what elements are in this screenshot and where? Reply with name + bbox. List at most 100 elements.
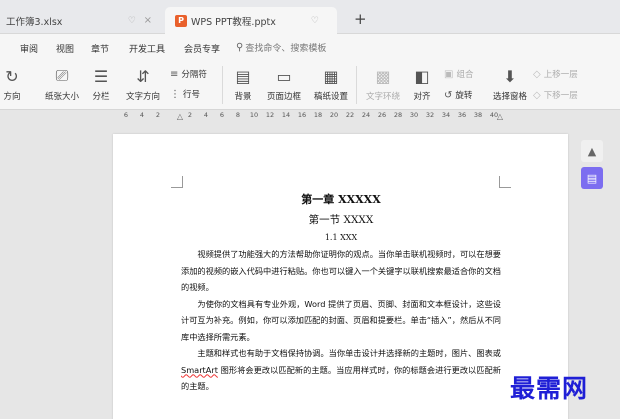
spellcheck-word: SmartArt	[181, 364, 218, 375]
ruler-tick: 20	[329, 111, 339, 119]
paper-size-button[interactable]: ⎚ 纸张大小	[38, 65, 86, 102]
rotate-label: 旋转	[455, 91, 473, 101]
line-number-icon: ⋮	[170, 88, 180, 100]
align-icon: ◧	[414, 66, 430, 86]
divider	[222, 66, 223, 104]
ppt-file-icon: P	[175, 14, 187, 27]
collapse-up-icon[interactable]: ▲	[581, 140, 603, 162]
align-label: 对齐	[413, 92, 431, 102]
selection-pane-label: 选择窗格	[492, 92, 527, 102]
separator-icon: ≡	[170, 68, 179, 80]
ruler-tick: 36	[457, 111, 467, 119]
text-direction-icon: ⇵	[136, 66, 150, 86]
send-backward-label: 下移一层	[543, 91, 578, 101]
text-direction-button[interactable]: ⇵ 文字方向	[121, 65, 165, 103]
background-label: 背景	[234, 92, 252, 102]
horizontal-ruler[interactable]: △ △ 6 4 2 2 4 6 8 10 12 14 16 18 20 22 24 26 28 30 32 34 36 3…	[112, 110, 552, 124]
draft-grid-icon: ▦	[323, 66, 339, 86]
send-backward-icon: ◇	[533, 89, 541, 101]
document-page[interactable]: 第一章 XXXXX 第一节 XXXX 1.1 XXX 视频提供了功能强大的方法帮…	[113, 134, 568, 419]
menu-developer[interactable]: 开发工具	[129, 42, 165, 55]
group-label: 组合	[456, 70, 474, 80]
bring-forward-label: 上移一层	[543, 70, 578, 80]
margin-corner-mark	[499, 176, 511, 188]
ruler-tick: 2	[187, 111, 193, 119]
ruler-tick: 6	[123, 111, 129, 119]
separator-label: 分隔符	[181, 70, 207, 80]
group-button[interactable]: ▣ 组合	[444, 68, 474, 81]
rotate-icon: ↺	[444, 89, 453, 101]
line-number-label: 行号	[183, 90, 201, 100]
new-tab-button[interactable]: +	[354, 10, 367, 28]
group-icon: ▣	[444, 68, 454, 80]
ruler-tick: 8	[235, 111, 241, 119]
ruler-tick: 10	[249, 111, 259, 119]
orientation-icon: ↻	[5, 66, 19, 86]
heart-icon[interactable]: ♡	[311, 16, 319, 26]
ruler-tick: 2	[155, 111, 161, 119]
ruler-tick: 40	[489, 111, 499, 119]
search-icon: ⚲	[236, 42, 244, 53]
indent-marker-icon[interactable]: △	[177, 112, 183, 121]
paper-size-icon: ⎚	[55, 66, 69, 85]
ruler-tick: 4	[203, 111, 209, 119]
ruler-tick: 14	[281, 111, 291, 119]
tab-ppt-tutorial[interactable]: P WPS PPT教程.pptx ♡	[165, 7, 337, 34]
ruler-tick: 26	[377, 111, 387, 119]
paragraph: 主题和样式也有助于文档保持协调。当你单击设计并选择新的主题时，图片、图表或 Sm…	[181, 348, 501, 391]
margin-corner-mark	[171, 176, 183, 188]
side-panel-icon[interactable]: ▤	[581, 167, 603, 189]
ruler-tick: 24	[361, 111, 371, 119]
send-backward-button[interactable]: ◇ 下移一层	[533, 89, 578, 102]
ruler-tick: 6	[219, 111, 225, 119]
ruler-tick: 16	[297, 111, 307, 119]
tab-bar: 工作簿3.xlsx ♡ × P WPS PPT教程.pptx ♡ +	[0, 0, 620, 34]
rotate-button[interactable]: ↺ 旋转	[444, 89, 473, 102]
text-wrap-label: 文字环绕	[365, 92, 400, 102]
text-wrap-icon: ▩	[375, 66, 391, 86]
ruler-tick: 32	[425, 111, 435, 119]
menu-sections[interactable]: 章节	[91, 42, 109, 55]
separator-button[interactable]: ≡ 分隔符	[170, 68, 207, 81]
draft-settings-label: 稿纸设置	[313, 92, 348, 102]
site-watermark: 最需网	[510, 374, 589, 403]
page-border-icon: ▭	[276, 66, 292, 86]
ruler-tick: 12	[265, 111, 275, 119]
text-wrap-button[interactable]: ▩ 文字环绕	[361, 65, 405, 103]
command-search[interactable]: ⚲ 查找命令、搜索模板	[236, 41, 326, 54]
tab-label: 工作簿3.xlsx	[6, 16, 63, 28]
align-button[interactable]: ◧ 对齐	[410, 65, 434, 103]
document-body[interactable]: 第一章 XXXXX 第一节 XXXX 1.1 XXX 视频提供了功能强大的方法帮…	[181, 190, 501, 395]
close-icon[interactable]: ×	[144, 15, 152, 26]
paragraph: 为使你的文档具有专业外观，Word 提供了页眉、页脚、封面和文本框设计，这些设计…	[181, 298, 501, 342]
paper-size-label: 纸张大小	[44, 92, 79, 102]
menu-view[interactable]: 视图	[56, 42, 74, 55]
background-icon: ▤	[235, 66, 251, 86]
chapter-heading: 第一章 XXXXX	[301, 193, 381, 206]
tab-workbook[interactable]: 工作簿3.xlsx ♡ ×	[0, 7, 162, 34]
selection-pane-button[interactable]: ⬇ 选择窗格	[490, 65, 530, 103]
paragraph-block: 视频提供了功能强大的方法帮助你证明你的观点。当你单击联机视频时，可以在想要添加的…	[181, 246, 501, 395]
ribbon-toolbar: ↻ 方向 ⎚ 纸张大小 ☰ 分栏 ⇵ 文字方向 ≡ 分隔符 ⋮ 行号 ▤ 背景 …	[0, 60, 620, 110]
text-direction-label: 文字方向	[125, 92, 160, 102]
columns-button[interactable]: ☰ 分栏	[88, 65, 114, 103]
line-number-button[interactable]: ⋮ 行号	[170, 88, 201, 101]
ruler-tick: 38	[473, 111, 483, 119]
tab-label: WPS PPT教程.pptx	[191, 16, 276, 28]
page-border-button[interactable]: ▭ 页面边框	[262, 65, 306, 103]
section-heading: 第一节 XXXX	[308, 214, 374, 226]
selection-cursor-icon: ⬇	[503, 66, 517, 86]
bring-forward-button[interactable]: ◇ 上移一层	[533, 68, 578, 81]
orientation-label: 方向	[3, 92, 21, 102]
menu-member[interactable]: 会员专享	[184, 42, 220, 55]
subsection-heading: 1.1 XXX	[324, 233, 358, 242]
menu-review[interactable]: 审阅	[20, 42, 38, 55]
paragraph: 视频提供了功能强大的方法帮助你证明你的观点。当你单击联机视频时，可以在想要添加的…	[181, 249, 501, 292]
orientation-button[interactable]: ↻ 方向	[0, 65, 26, 103]
background-button[interactable]: ▤ 背景	[228, 65, 258, 103]
draft-settings-button[interactable]: ▦ 稿纸设置	[311, 65, 351, 103]
heart-icon[interactable]: ♡	[128, 16, 136, 26]
columns-icon: ☰	[93, 66, 109, 86]
search-placeholder: 查找命令、搜索模板	[245, 44, 327, 54]
page-border-label: 页面边框	[266, 92, 301, 102]
